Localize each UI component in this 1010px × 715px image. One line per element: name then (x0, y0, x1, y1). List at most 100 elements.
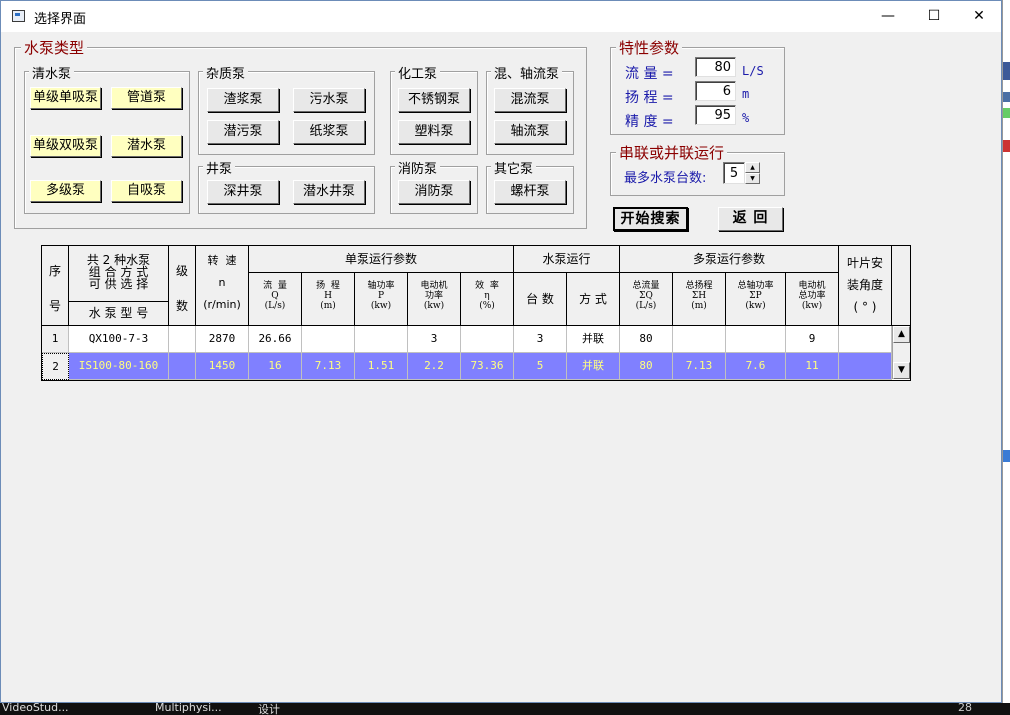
start-search-button[interactable]: 开始搜索 (613, 207, 688, 231)
selection-window: 选择界面 — ☐ ✕ 水泵类型 清水泵 单级单吸泵 管道泵 单级双吸泵 潜水泵 … (0, 0, 1002, 703)
cell-blade-angle (839, 353, 892, 380)
header-head: 扬 程 H (m) (302, 273, 355, 326)
header-single-pump-params: 单泵运行参数 (249, 246, 514, 273)
header-mode: 方 式 (567, 273, 620, 326)
cell-efficiency (461, 326, 514, 353)
results-grid[interactable]: 序 号 共 2 种水泵 组 合 方 式 可 供 选 择 水 泵 型 号 级 数 … (41, 245, 911, 381)
deep-well-pump-button[interactable]: 深井泵 (207, 180, 279, 204)
grid-scrollbar[interactable]: ▲ ▼ (892, 326, 910, 379)
header-model-count: 共 2 种水泵 组 合 方 式 可 供 选 择 (69, 246, 169, 302)
flow-input[interactable] (695, 57, 736, 77)
series-parallel-legend: 串联或并联运行 (616, 142, 728, 163)
title-bar[interactable]: 选择界面 — ☐ ✕ (1, 1, 1001, 32)
scroll-up-button[interactable]: ▲ (893, 326, 910, 343)
submersible-sewage-pump-button[interactable]: 潜污泵 (207, 120, 279, 144)
spin-up-button[interactable]: ▲ (745, 162, 760, 173)
header-shaft-power: 轴功率 P (kw) (355, 273, 408, 326)
header-blade-angle: 叶片安 装角度 ( ° ) (839, 246, 892, 326)
cell-speed: 2870 (196, 326, 249, 353)
cell-seq: 2 (42, 353, 69, 380)
header-seq: 序 号 (42, 246, 69, 326)
cell-stage (169, 326, 196, 353)
screw-pump-button[interactable]: 螺杆泵 (494, 180, 566, 204)
pipeline-pump-button[interactable]: 管道泵 (111, 87, 182, 109)
cell-total-shaft-power (726, 326, 786, 353)
header-motor-power: 电动机 功率 (kw) (408, 273, 461, 326)
cell-total-motor-power: 11 (786, 353, 839, 380)
header-efficiency: 效 率 η (%) (461, 273, 514, 326)
self-priming-pump-button[interactable]: 自吸泵 (111, 180, 182, 202)
submersible-well-pump-button[interactable]: 潜水井泵 (293, 180, 365, 204)
scroll-down-button[interactable]: ▼ (893, 362, 910, 379)
cell-total-head (673, 326, 726, 353)
taskbar-item[interactable]: Multiphysi... (155, 703, 222, 714)
chemical-pump-legend: 化工泵 (395, 63, 441, 82)
header-speed: 转 速 n (r/min) (196, 246, 249, 326)
taskbar-item[interactable]: 设计 (258, 703, 280, 715)
mixed-flow-pump-button[interactable]: 混流泵 (494, 88, 566, 112)
multistage-pump-button[interactable]: 多级泵 (30, 180, 101, 202)
axial-flow-pump-button[interactable]: 轴流泵 (494, 120, 566, 144)
pump-type-legend: 水泵类型 (21, 37, 88, 58)
precision-label: 精 度 = (625, 114, 674, 130)
cell-mode: 并联 (567, 326, 620, 353)
taskbar: VideoStud... Multiphysi... 设计 28 (0, 703, 1010, 715)
cell-count: 3 (514, 326, 567, 353)
pulp-pump-button[interactable]: 纸浆泵 (293, 120, 365, 144)
cell-blade-angle (839, 326, 892, 353)
characteristic-params-legend: 特性参数 (616, 37, 683, 58)
spin-down-button[interactable]: ▼ (745, 173, 760, 184)
header-count: 台 数 (514, 273, 567, 326)
max-pump-count-input[interactable] (723, 162, 745, 184)
cell-motor-power: 3 (408, 326, 461, 353)
slurry-pump-button[interactable]: 渣浆泵 (207, 88, 279, 112)
cell-total-flow: 80 (620, 353, 673, 380)
fire-pump-legend: 消防泵 (395, 158, 441, 177)
head-label: 扬 程 = (625, 90, 674, 106)
cell-total-motor-power: 9 (786, 326, 839, 353)
clear-water-legend: 清水泵 (29, 63, 75, 82)
header-stage: 级 数 (169, 246, 196, 326)
cell-flow: 16 (249, 353, 302, 380)
header-scroll-spacer (892, 246, 910, 326)
sewage-pump-button[interactable]: 污水泵 (293, 88, 365, 112)
flow-label: 流 量 = (625, 66, 674, 82)
cell-count: 5 (514, 353, 567, 380)
cell-head (302, 326, 355, 353)
back-button[interactable]: 返 回 (718, 207, 783, 231)
submersible-pump-button[interactable]: 潜水泵 (111, 135, 182, 157)
cell-motor-power: 2.2 (408, 353, 461, 380)
background-window-edge (1002, 0, 1010, 703)
maximize-button[interactable]: ☐ (911, 1, 957, 32)
cell-efficiency: 73.36 (461, 353, 514, 380)
cell-shaft-power: 1.51 (355, 353, 408, 380)
cell-speed: 1450 (196, 353, 249, 380)
single-stage-double-suction-button[interactable]: 单级双吸泵 (30, 135, 101, 157)
head-unit: m (742, 87, 750, 101)
well-pump-legend: 井泵 (203, 158, 236, 177)
header-total-flow: 总流量 ΣQ (L/s) (620, 273, 673, 326)
single-stage-single-suction-button[interactable]: 单级单吸泵 (30, 87, 101, 109)
header-total-shaft-power: 总轴功率 ΣP (kw) (726, 273, 786, 326)
head-input[interactable] (695, 81, 736, 101)
max-pump-count-label: 最多水泵台数: (624, 171, 707, 186)
cell-head: 7.13 (302, 353, 355, 380)
header-multi-pump-params: 多泵运行参数 (620, 246, 839, 273)
cell-total-flow: 80 (620, 326, 673, 353)
cell-mode: 并联 (567, 353, 620, 380)
taskbar-tray: 28 (958, 703, 972, 714)
flow-unit: L/S (742, 64, 764, 78)
precision-input[interactable] (695, 105, 736, 125)
fire-pump-button[interactable]: 消防泵 (398, 180, 470, 204)
other-pump-legend: 其它泵 (491, 158, 537, 177)
window-title: 选择界面 (34, 12, 87, 27)
close-button[interactable]: ✕ (956, 1, 1002, 32)
cell-total-shaft-power: 7.6 (726, 353, 786, 380)
cell-stage (169, 353, 196, 380)
cell-flow: 26.66 (249, 326, 302, 353)
header-total-motor-power: 电动机 总功率 (kw) (786, 273, 839, 326)
plastic-pump-button[interactable]: 塑料泵 (398, 120, 470, 144)
stainless-steel-pump-button[interactable]: 不锈钢泵 (398, 88, 470, 112)
taskbar-item[interactable]: VideoStud... (2, 703, 69, 714)
minimize-button[interactable]: — (865, 1, 911, 32)
